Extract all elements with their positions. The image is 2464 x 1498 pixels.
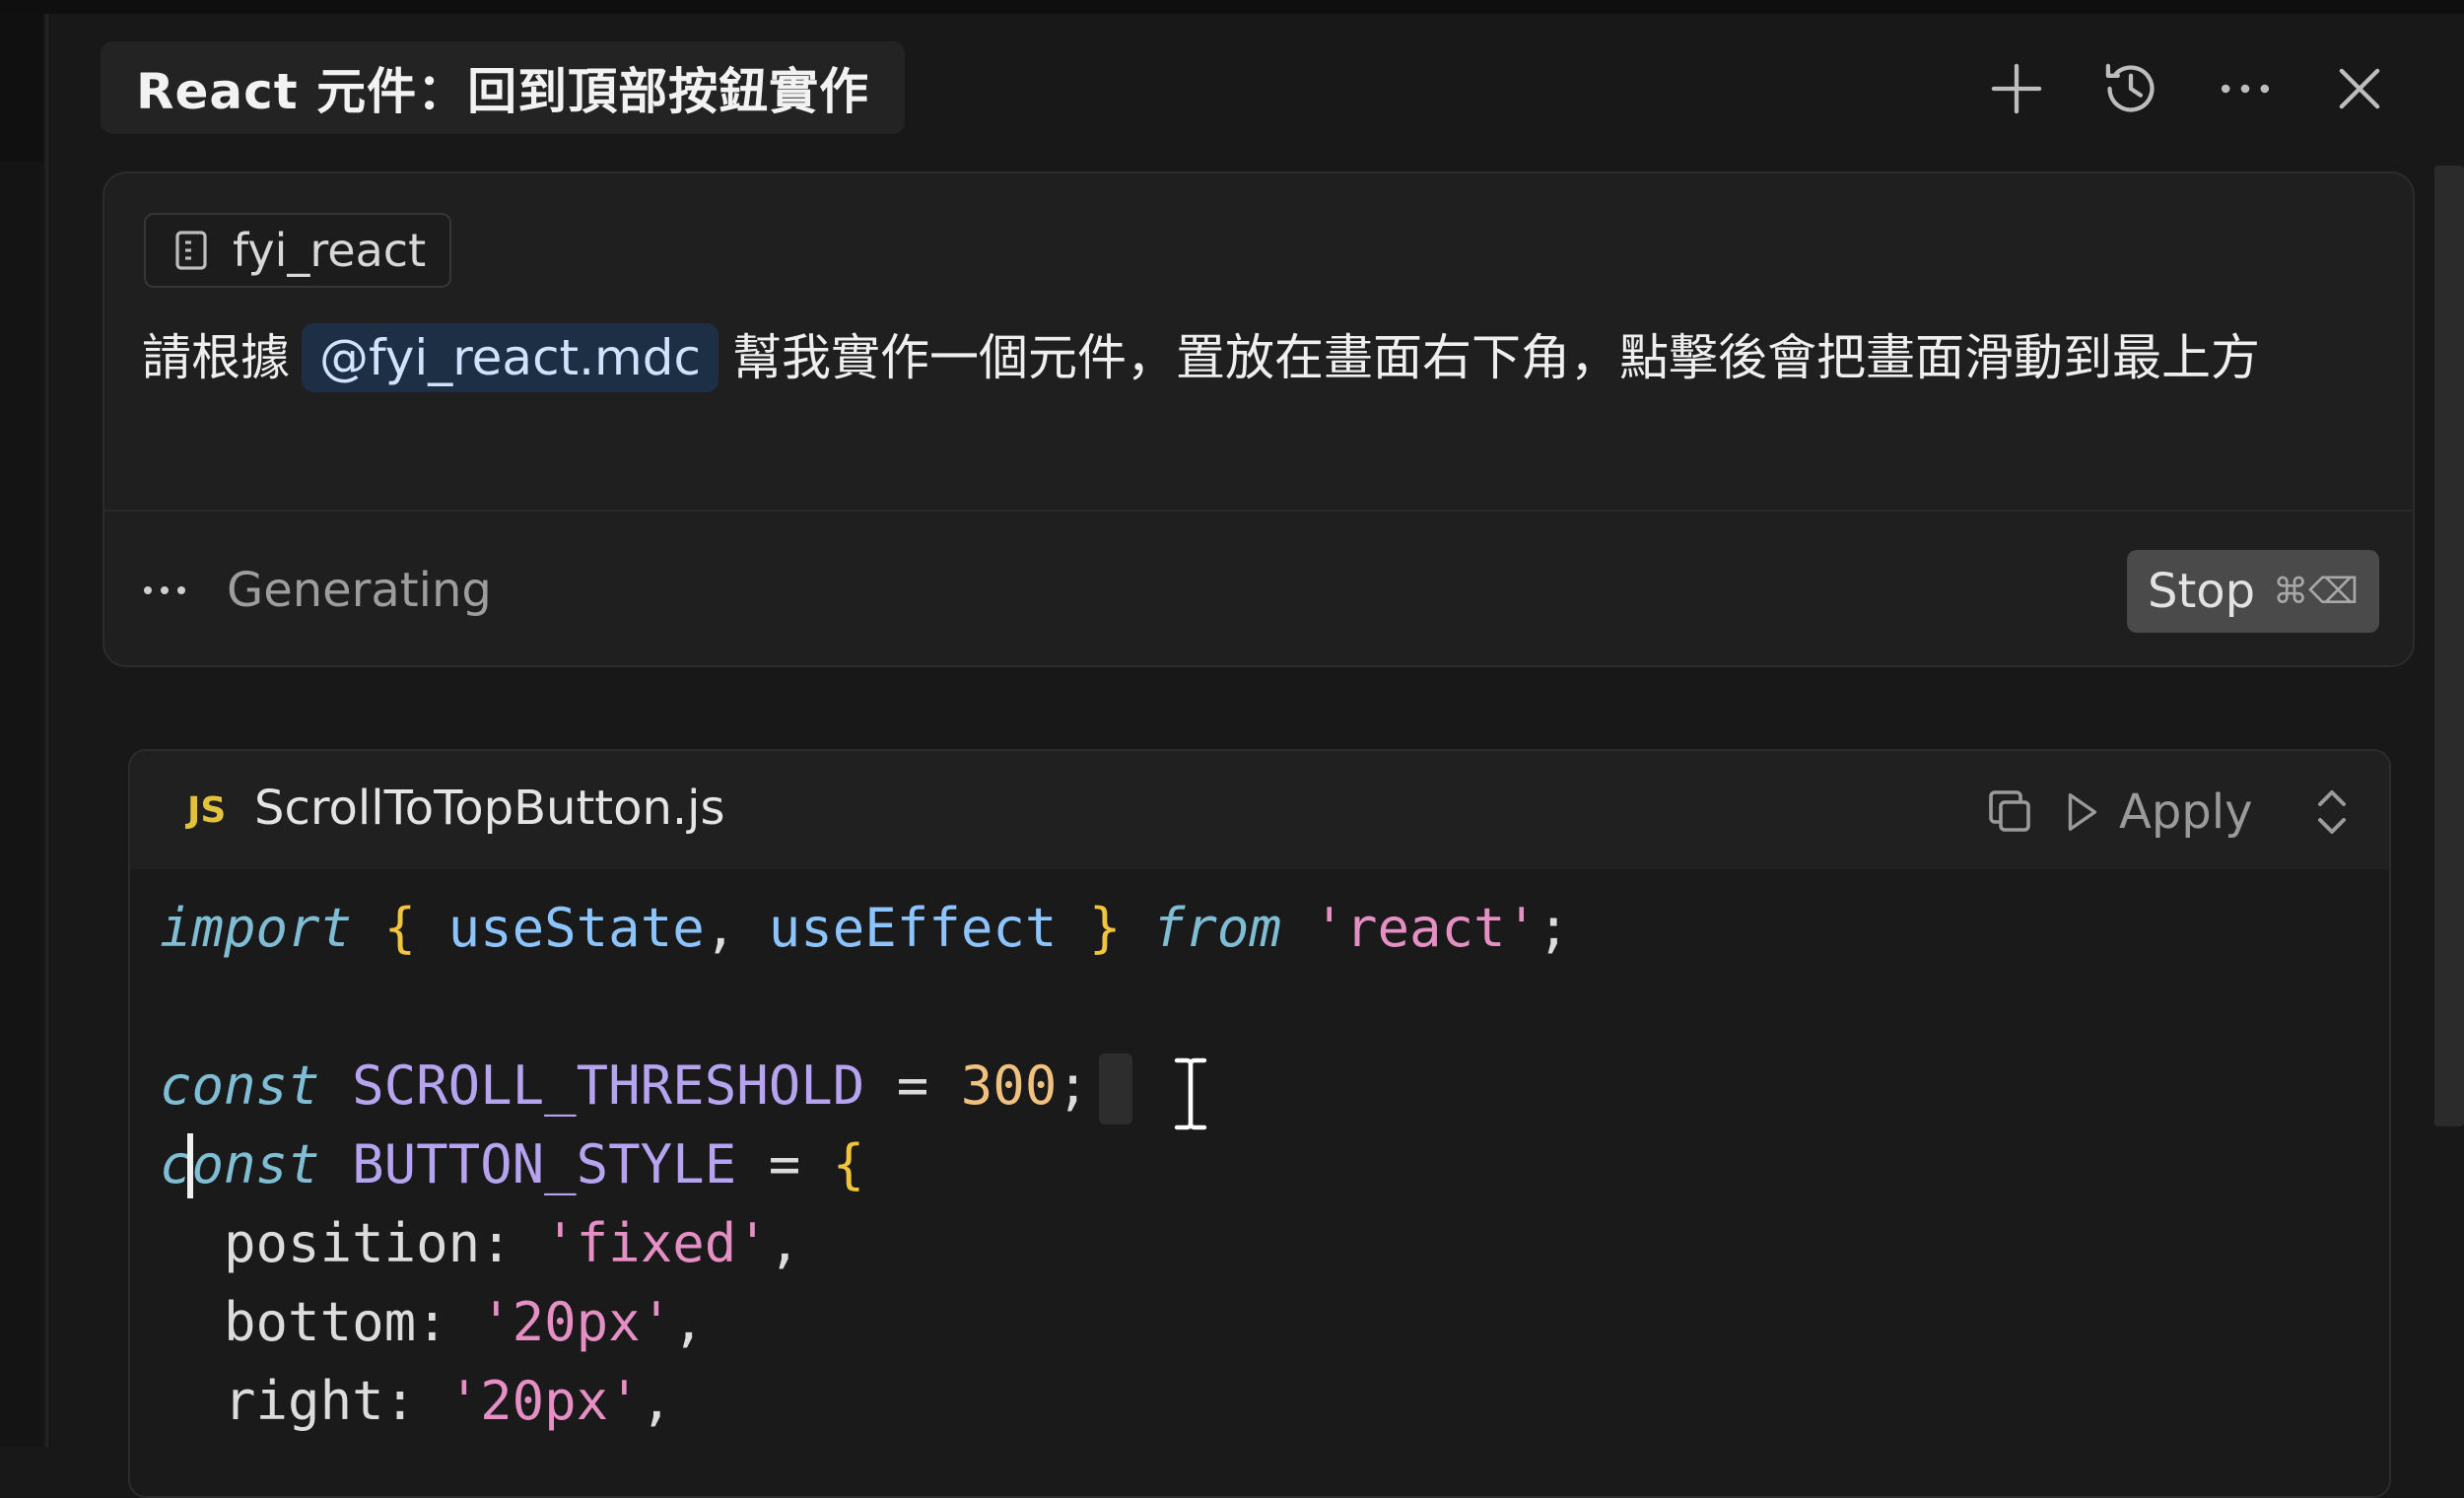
- composer-divider: [104, 510, 2413, 511]
- panel-divider[interactable]: [45, 14, 48, 1447]
- code-block: JS ScrollToTopButton.js Apply import { u…: [128, 749, 2391, 1498]
- rules-file-icon: [175, 231, 207, 270]
- play-icon: [2068, 793, 2097, 831]
- code-line-7: right: '20px',: [224, 1370, 673, 1432]
- left-panel-header: [0, 14, 43, 162]
- more-icon[interactable]: [2210, 53, 2281, 124]
- apply-button[interactable]: Apply: [2062, 773, 2253, 851]
- inline-cursor-block: [1098, 1054, 1132, 1125]
- code-line-4: const BUTTON_STYLE = {: [160, 1125, 1570, 1204]
- code-line-5: position: 'fixed',: [224, 1212, 801, 1274]
- prompt-text-after: 幫我實作一個元件，置放在畫面右下角，點擊後會把畫面滑動到最上方: [732, 329, 2260, 386]
- apply-button-label: Apply: [2119, 784, 2253, 840]
- status-text: Generating: [227, 563, 492, 618]
- code-line-3: const SCROLL_THRESHOLD = 300;: [160, 1047, 1570, 1125]
- plus-icon[interactable]: [1981, 53, 2052, 124]
- text-caret: [187, 1133, 193, 1198]
- file-mention[interactable]: @fyi_react.mdc: [302, 323, 719, 392]
- generation-status: Generating: [144, 563, 492, 618]
- context-chip[interactable]: fyi_react: [144, 213, 452, 288]
- code-line-1: import { useState, useEffect } from 'rea…: [160, 897, 1570, 959]
- header-actions: [1981, 43, 2434, 132]
- code-line-6: bottom: '20px',: [224, 1291, 705, 1353]
- chevron-up-down-icon[interactable]: [2308, 784, 2356, 840]
- prompt-message: 請根據 @fyi_react.mdc 幫我實作一個元件，置放在畫面右下角，點擊後會把…: [142, 317, 2409, 398]
- scrollbar-thumb[interactable]: [2434, 166, 2464, 1126]
- chat-composer: fyi_react 請根據 @fyi_react.mdc 幫我實作一個元件，置放在畫…: [103, 171, 2415, 667]
- context-chip-label: fyi_react: [233, 224, 427, 277]
- loading-dots-icon: [144, 584, 191, 596]
- close-icon[interactable]: [2324, 53, 2395, 124]
- prompt-text-before: 請根據: [142, 329, 290, 386]
- window-top-edge: [0, 0, 2464, 14]
- history-icon[interactable]: [2095, 53, 2166, 124]
- code-content[interactable]: import { useState, useEffect } from 'rea…: [160, 889, 1570, 1441]
- copy-icon[interactable]: [1983, 784, 2038, 840]
- i-beam-cursor-icon: [1174, 1057, 1207, 1130]
- stop-button[interactable]: Stop ⌘⌫: [2127, 550, 2379, 633]
- js-file-icon: JS: [187, 790, 227, 831]
- chat-title[interactable]: React 元件：回到頂部按鈕實作: [101, 41, 906, 134]
- code-file-name[interactable]: ScrollToTopButton.js: [254, 781, 725, 836]
- stop-shortcut-hint: ⌘⌫: [2273, 571, 2360, 612]
- stop-button-label: Stop: [2147, 564, 2256, 619]
- left-panel-edge: [0, 14, 43, 1447]
- code-block-header: JS ScrollToTopButton.js Apply: [130, 751, 2389, 869]
- code-block-actions: Apply: [1983, 773, 2377, 851]
